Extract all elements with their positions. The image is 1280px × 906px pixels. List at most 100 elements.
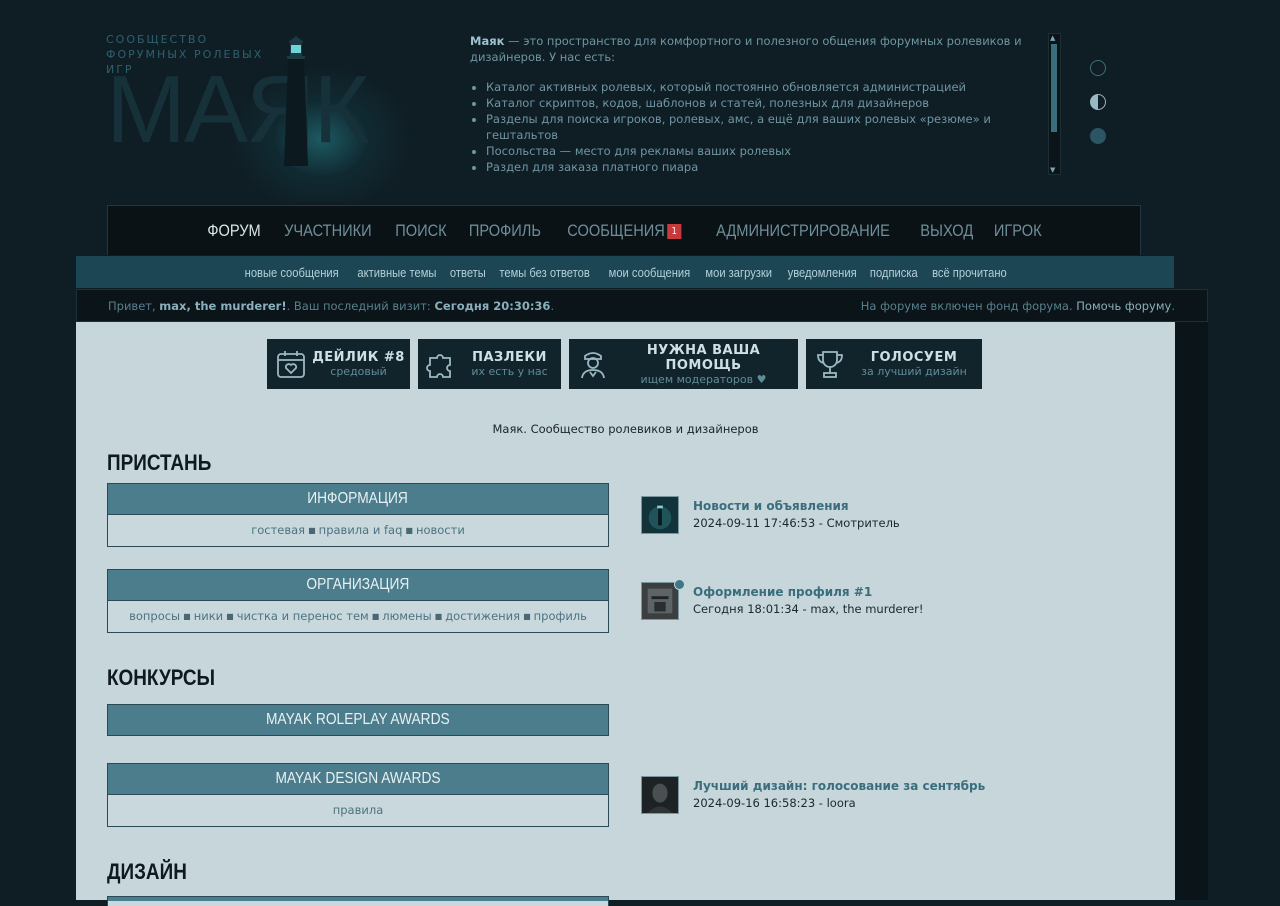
forum-title-link[interactable]: ИНФОРМАЦИЯ — [108, 484, 608, 515]
nav-messages[interactable]: СООБЩЕНИЯ 1 — [567, 220, 682, 241]
section-title-pristan: ПРИСТАНЬ — [107, 450, 212, 475]
forum-title-link[interactable]: MAYAK ROLEPLAY AWARDS — [108, 705, 608, 735]
avatar[interactable] — [641, 776, 679, 814]
subforum-link[interactable]: профиль — [534, 609, 587, 623]
scroll-thumb[interactable] — [1051, 44, 1057, 132]
online-indicator — [674, 579, 685, 590]
subforum-link[interactable]: ники — [194, 609, 223, 623]
forum-info: ИНФОРМАЦИЯ гостевая ■ правила и faq ■ новост… — [107, 483, 609, 547]
nav-users[interactable]: УЧАСТНИКИ — [284, 221, 372, 241]
nav-forum[interactable]: ФОРУМ — [207, 221, 260, 241]
nav-search[interactable]: ПОИСК — [395, 221, 446, 241]
nav-profile[interactable]: ПРОФИЛЬ — [468, 221, 540, 241]
forum-content: ДЕЙЛИК #8 средовый ПАЗЛЕКИ их есть у нас Н… — [76, 322, 1175, 906]
subnav-replies[interactable]: ответы — [450, 265, 486, 280]
nav-admin[interactable]: АДМИНИСТРИРОВАНИЕ — [716, 221, 890, 241]
feature-subtitle: ищем модераторов ♥ — [640, 372, 767, 386]
forum-org: ОРГАНИЗАЦИЯ вопросы ■ ники ■ чистка и перено… — [107, 569, 609, 633]
last-post-title[interactable]: Лучший дизайн: голосование за сентябрь — [693, 779, 985, 793]
subnav-unanswered[interactable]: темы без ответов — [500, 265, 590, 280]
welcome-bar: Привет, max, the murderer!. Ваш последни… — [76, 289, 1208, 322]
puzzle-icon — [426, 354, 451, 378]
feature-puzzles[interactable]: ПАЗЛЕКИ их есть у нас — [418, 339, 561, 389]
username[interactable]: max, the murderer! — [159, 299, 286, 313]
subforum-links: гостевая ■ правила и faq ■ новости — [251, 523, 465, 537]
feature-title: НУЖНА ВАША ПОМОЩЬ — [646, 342, 761, 373]
feature-subtitle: за лучший дизайн — [861, 365, 967, 378]
logo-subtitle: СООБЩЕСТВО ФОРУМНЫХ РОЛЕВЫХ ИГР — [106, 33, 264, 76]
subnav-mark-all-read[interactable]: всё прочитано — [932, 265, 1007, 280]
subforum-link[interactable]: гостевая — [251, 523, 305, 537]
forum-design-awards: MAYAK DESIGN AWARDS правила — [107, 763, 609, 827]
intro-text: — это пространство для комфортного и пол… — [470, 34, 1022, 64]
site-logo[interactable]: МАЯК СООБЩЕСТВО ФОРУМНЫХ РОЛЕВЫХ ИГР — [106, 32, 416, 202]
subforum-link[interactable]: правила и faq — [319, 523, 403, 537]
subforum-link[interactable]: достижения — [445, 609, 520, 623]
forum-title-link[interactable]: MAYAK DESIGN AWARDS — [108, 764, 608, 795]
forum-title-link[interactable]: ОРГАНИЗАЦИЯ — [108, 570, 608, 601]
subforum-links: вопросы ■ ники ■ чистка и перенос тем ■ люмены… — [129, 609, 587, 623]
subnav-active-topics[interactable]: активные темы — [357, 265, 436, 280]
subforum-link[interactable]: чистка и перенос тем — [237, 609, 369, 623]
scroll-up-arrow-icon[interactable]: ▲ — [1050, 34, 1055, 42]
subnav-subscriptions[interactable]: подписка — [870, 265, 918, 280]
last-post-meta: Сегодня 18:01:34 - max, the murderer! — [693, 602, 924, 616]
feature-title: ПАЗЛЕКИ — [472, 350, 547, 365]
forum-rp-awards: MAYAK ROLEPLAY AWARDS — [107, 704, 609, 736]
feature-title: ДЕЙЛИК #8 — [312, 350, 405, 365]
intro-item: Разделы для поиска игроков, ролевых, амс… — [486, 111, 1050, 143]
feature-subtitle: их есть у нас — [471, 365, 548, 378]
forum-design-partial — [107, 896, 609, 906]
theme-teal-toggle[interactable] — [1090, 128, 1106, 144]
avatar[interactable] — [641, 496, 679, 534]
feature-daily[interactable]: ДЕЙЛИК #8 средовый — [267, 339, 410, 389]
scroll-down-arrow-icon[interactable]: ▼ — [1050, 166, 1055, 174]
last-post-title[interactable]: Новости и объявления — [693, 499, 849, 513]
last-post-design-awards: Лучший дизайн: голосование за сентябрь 2… — [641, 776, 1141, 814]
nav-logout[interactable]: ВЫХОД — [920, 221, 973, 241]
forum-title-link[interactable] — [108, 897, 608, 901]
subforum-link[interactable]: вопросы — [129, 609, 180, 623]
subforum-links: правила — [108, 795, 608, 826]
calendar-heart-icon — [277, 351, 305, 378]
fund-notice: На форуме включен фонд форума. Помочь фо… — [860, 299, 1175, 313]
trophy-icon — [817, 351, 843, 378]
subnav-notifications[interactable]: уведомления — [788, 265, 857, 280]
intro-scrollbar[interactable]: ▲ ▼ — [1048, 33, 1061, 175]
avatar[interactable] — [641, 582, 679, 620]
section-title-contests: КОНКУРСЫ — [107, 665, 216, 690]
intro-panel: Маяк — это пространство для комфортного … — [470, 33, 1050, 173]
subforum-link[interactable]: правила — [333, 803, 384, 817]
subforum-link[interactable]: новости — [416, 523, 465, 537]
nav-messages-label: СООБЩЕНИЯ — [567, 220, 666, 240]
feature-help-wanted[interactable]: НУЖНА ВАША ПОМОЩЬ ищем модераторов ♥ — [569, 339, 798, 389]
subnav-my-messages[interactable]: мои сообщения — [608, 265, 690, 280]
section-title-design: ДИЗАЙН — [107, 859, 187, 884]
last-post-meta: 2024-09-16 16:58:23 - loora — [693, 796, 856, 810]
officer-icon — [581, 352, 605, 379]
subnav-my-uploads[interactable]: мои загрузки — [706, 265, 773, 280]
welcome-text: Привет, max, the murderer!. Ваш последни… — [108, 299, 555, 313]
intro-item: Каталог активных ролевых, который постоя… — [486, 79, 1050, 95]
feature-subtitle: средовый — [330, 365, 387, 378]
last-post-meta: 2024-09-11 17:46:53 - Смотритель — [693, 516, 900, 530]
theme-contrast-toggle[interactable] — [1090, 94, 1106, 110]
subnav-new-messages[interactable]: новые сообщения — [245, 265, 339, 280]
last-visit-time: Сегодня 20:30:36 — [434, 299, 551, 313]
help-forum-link[interactable]: Помочь форуму — [1076, 299, 1171, 313]
intro-item: Каталог скриптов, кодов, шаблонов и стат… — [486, 95, 1050, 111]
intro-item: Раздел для заказа платного пиара — [486, 159, 1050, 173]
last-post-org: Оформление профиля #1 Сегодня 18:01:34 -… — [641, 579, 1141, 620]
feature-vote[interactable]: ГОЛОСУЕМ за лучший дизайн — [806, 339, 982, 389]
intro-list: Каталог активных ролевых, который постоя… — [470, 79, 1050, 173]
theme-dark-toggle[interactable] — [1090, 60, 1106, 76]
last-post-info: Новости и объявления 2024-09-11 17:46:53… — [641, 496, 1141, 534]
subforum-link[interactable]: люмены — [382, 609, 431, 623]
sub-navigation: новые сообщения активные темы ответы тем… — [76, 256, 1174, 288]
intro-brand: Маяк — [470, 34, 505, 48]
main-navigation: ФОРУМ УЧАСТНИКИ ПОИСК ПРОФИЛЬ СООБЩЕНИЯ 1… — [107, 205, 1141, 255]
nav-player[interactable]: ИГРОК — [994, 221, 1042, 241]
last-post-title[interactable]: Оформление профиля #1 — [693, 585, 872, 599]
feature-title: ГОЛОСУЕМ — [870, 350, 958, 365]
intro-item: Посольства — место для рекламы ваших рол… — [486, 143, 1050, 159]
